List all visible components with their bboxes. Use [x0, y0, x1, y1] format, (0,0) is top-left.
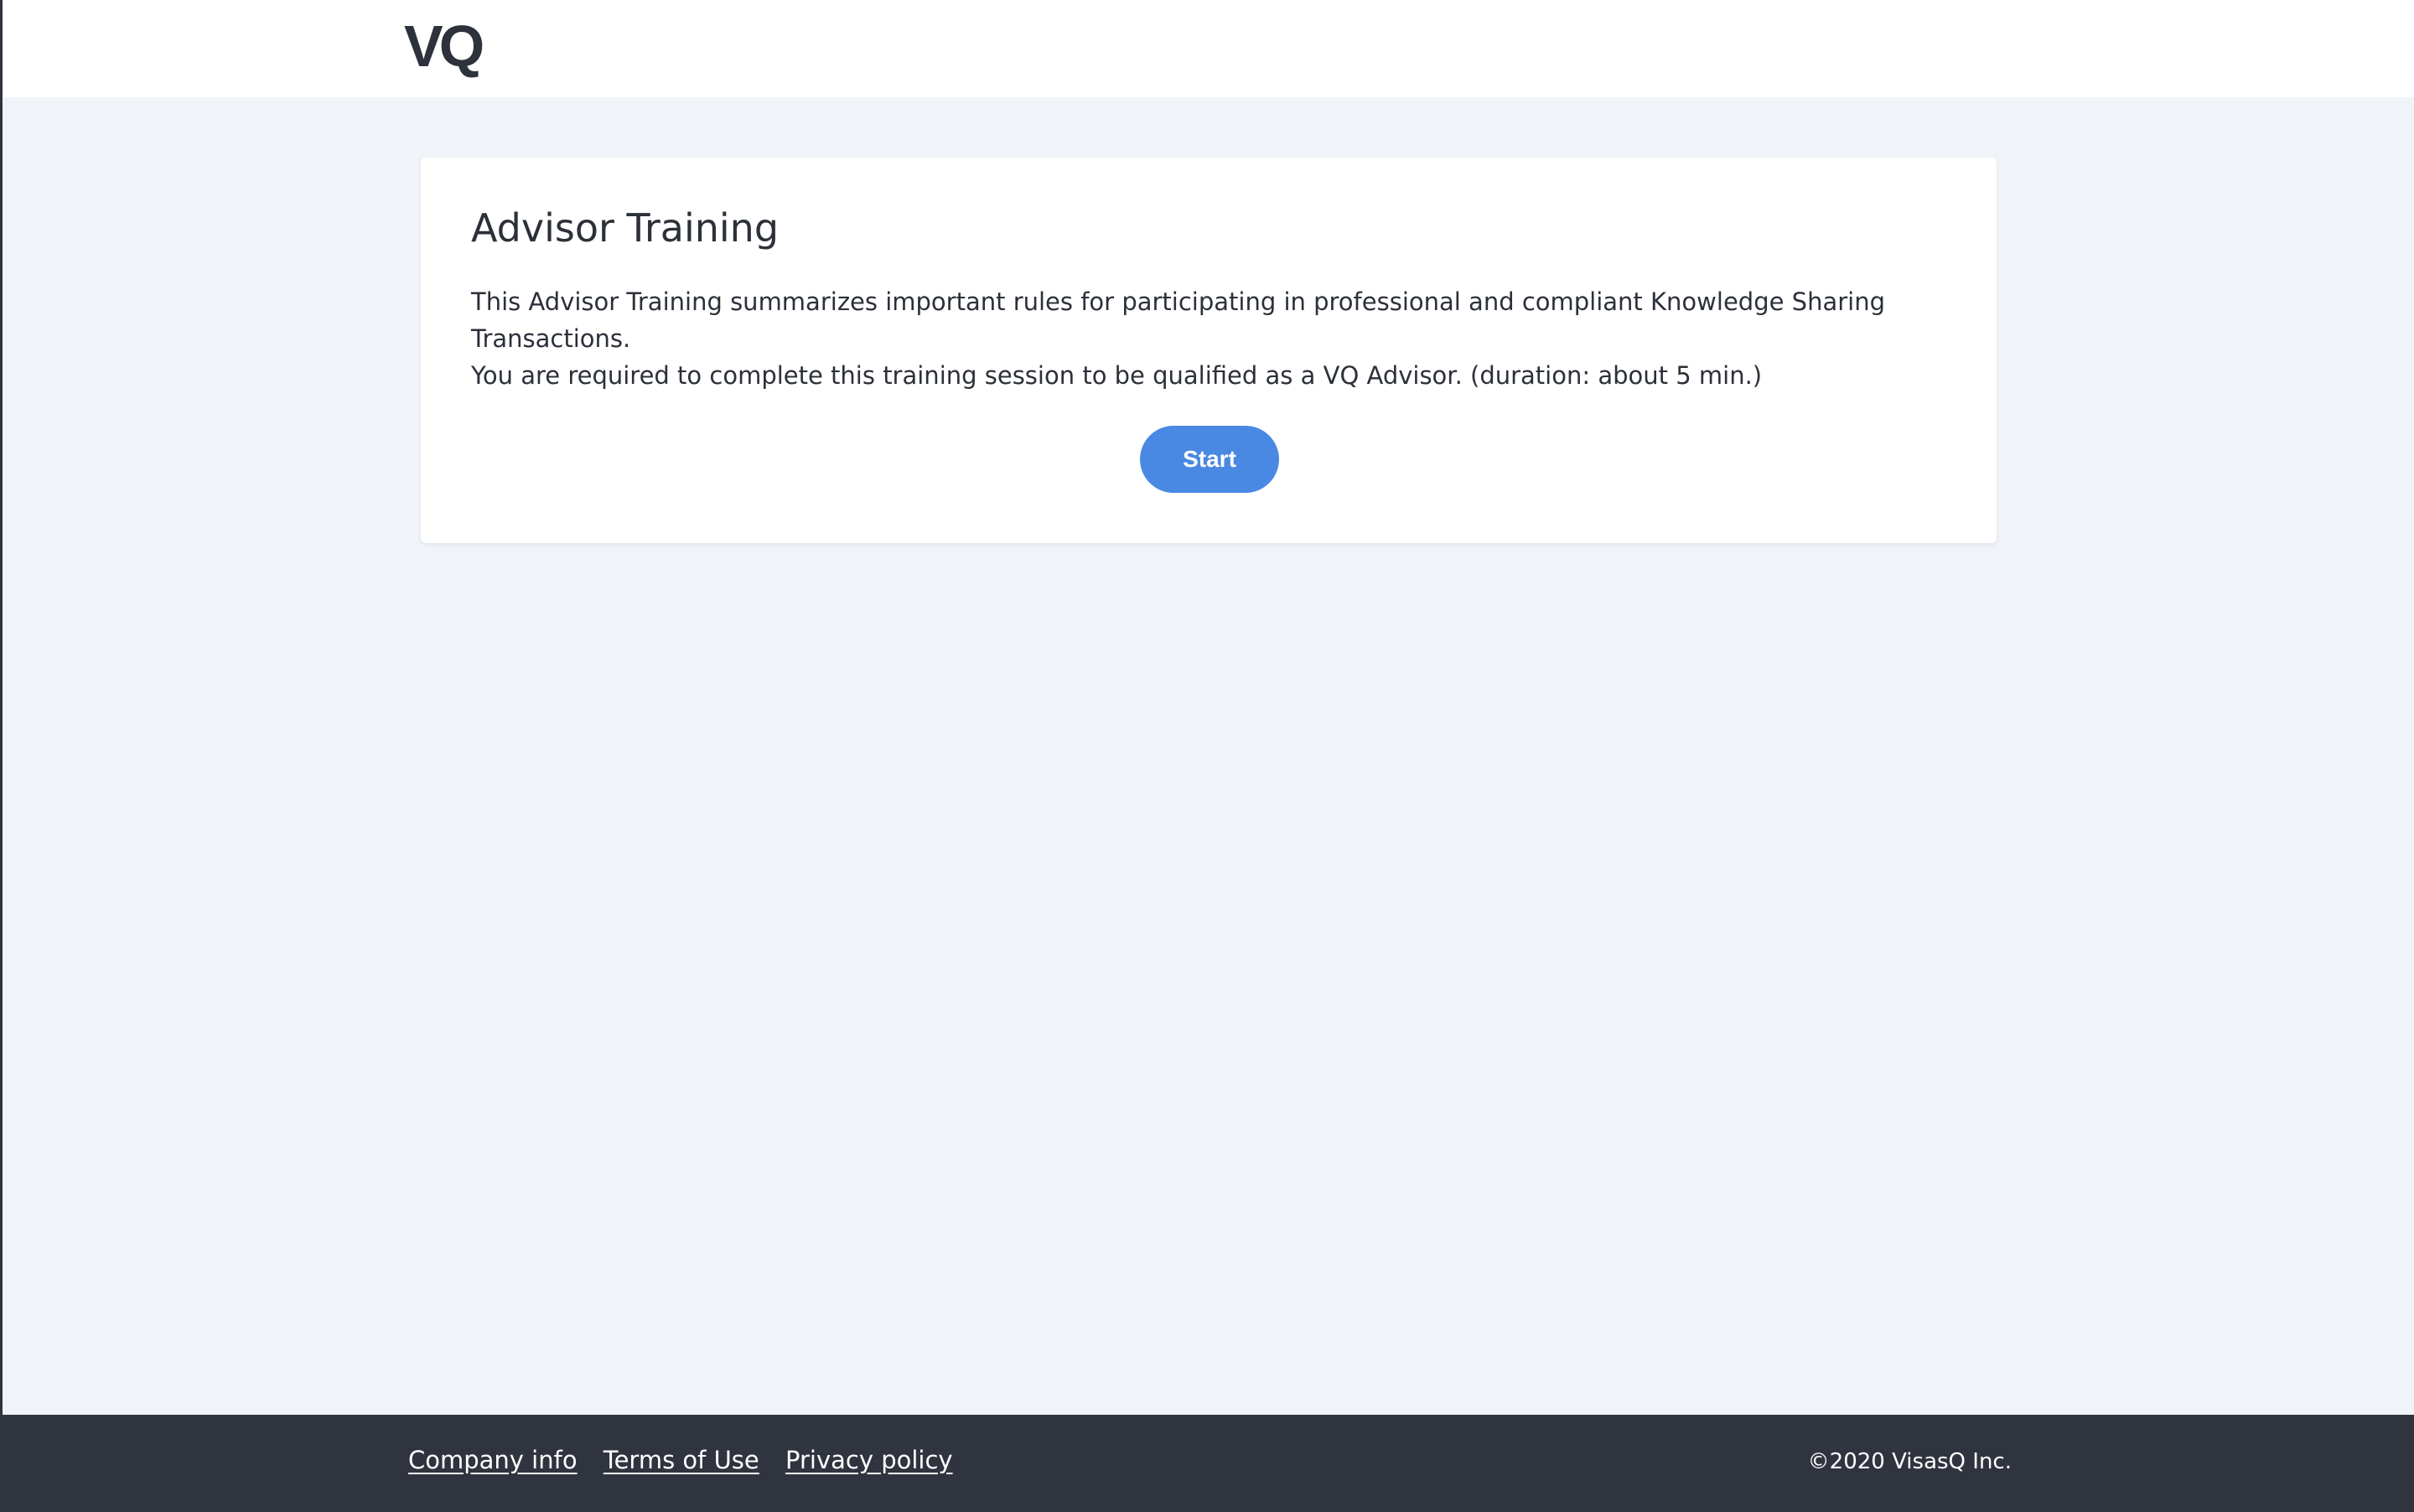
vq-logo[interactable]: VQ: [404, 8, 484, 84]
company-info-link[interactable]: Company info: [408, 1446, 578, 1474]
start-button[interactable]: Start: [1140, 426, 1279, 493]
description-line-2: You are required to complete this traini…: [471, 361, 1763, 390]
description-line-1: This Advisor Training summarizes importa…: [471, 287, 1885, 353]
training-description: This Advisor Training summarizes importa…: [471, 283, 1963, 394]
footer-links: Company info Terms of Use Privacy policy: [408, 1443, 971, 1477]
privacy-policy-link[interactable]: Privacy policy: [785, 1446, 953, 1474]
terms-of-use-link[interactable]: Terms of Use: [604, 1446, 759, 1474]
copyright-text: ©2020 VisasQ Inc.: [1807, 1449, 2012, 1474]
advisor-training-card: Advisor Training This Advisor Training s…: [421, 158, 1997, 543]
page-footer: Company info Terms of Use Privacy policy…: [0, 1415, 2414, 1512]
window-edge: [0, 0, 3, 1512]
top-header: VQ: [0, 0, 2414, 97]
page-title: Advisor Training: [471, 205, 780, 251]
